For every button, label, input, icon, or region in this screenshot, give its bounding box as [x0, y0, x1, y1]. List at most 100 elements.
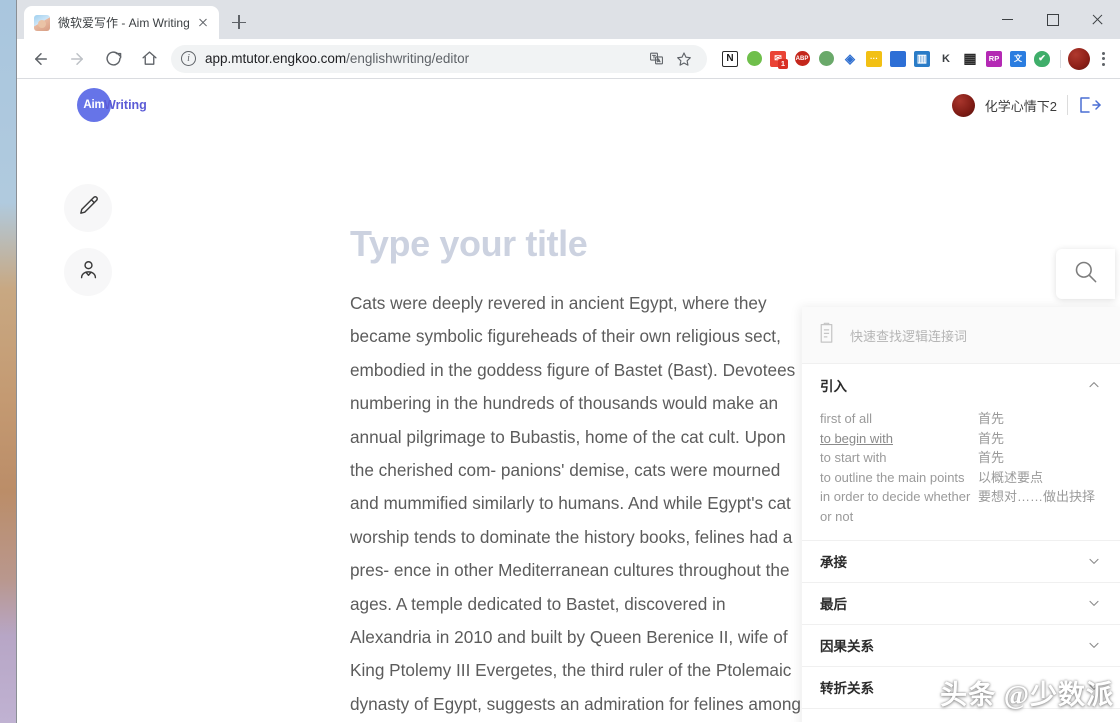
- phrase-chinese: 首先: [978, 430, 1005, 446]
- phrase-chinese: 以概述要点: [978, 469, 1044, 485]
- panel-section-header[interactable]: 因果关系: [820, 625, 1102, 666]
- back-button[interactable]: [26, 44, 56, 74]
- phrase-row: to start with 首先: [820, 448, 1102, 468]
- phrase-english[interactable]: to outline the main points: [820, 468, 978, 488]
- phrase-chinese: 首先: [978, 450, 1005, 466]
- purple-reader-extension-icon[interactable]: RP: [983, 48, 1005, 70]
- left-rail: [64, 184, 112, 296]
- logout-icon[interactable]: [1078, 95, 1102, 115]
- security-shield-extension-icon[interactable]: ✔: [1031, 48, 1053, 70]
- page-content: Aim Writing 化学心情下2 Type your title Cats …: [17, 79, 1120, 722]
- phrase-english[interactable]: in order to decide whether or not: [820, 487, 978, 526]
- panel-section-continuation: 承接: [802, 539, 1120, 582]
- panel-section-contrast: 转折关系: [802, 665, 1120, 708]
- panel-search-field[interactable]: 快速查找逻辑连接词: [802, 307, 1120, 363]
- grammar-extension-icon[interactable]: [815, 48, 837, 70]
- translate-icon[interactable]: [643, 46, 669, 72]
- qr-code-extension-icon[interactable]: ▦: [959, 48, 981, 70]
- panel-section-parallel: 并列关系: [802, 707, 1120, 722]
- window-maximize-button[interactable]: [1030, 0, 1075, 39]
- phrase-english[interactable]: to start with: [820, 448, 978, 468]
- phrase-row: to begin with 首先: [820, 429, 1102, 449]
- toolbar-divider: [1060, 49, 1061, 68]
- aim-writing-logo[interactable]: Aim Writing: [77, 88, 147, 122]
- url-host: app.mtutor.engkoo.com: [205, 51, 347, 66]
- rail-button-profile[interactable]: [64, 248, 112, 296]
- panel-section-header[interactable]: 转折关系: [820, 667, 1102, 708]
- url-path: /englishwriting/editor: [346, 51, 470, 66]
- person-icon: [77, 258, 100, 286]
- adblock-plus-extension-icon[interactable]: ABP: [791, 48, 813, 70]
- browser-tab[interactable]: 微软爱写作 - Aim Writing: [24, 6, 219, 39]
- bookmark-star-icon[interactable]: [671, 46, 697, 72]
- tab-close-icon[interactable]: [195, 15, 211, 31]
- phrase-row: first of all 首先: [820, 409, 1102, 429]
- app-header: Aim Writing 化学心情下2: [17, 79, 1120, 131]
- panel-section-title: 最后: [820, 597, 847, 613]
- phrase-english[interactable]: to begin with: [820, 429, 978, 449]
- panel-section-title: 引入: [820, 378, 847, 394]
- tab-strip: 微软爱写作 - Aim Writing: [17, 0, 1120, 39]
- phrase-chinese: 要想对……做出抉择: [978, 489, 1096, 505]
- phrase-chinese: 首先: [978, 411, 1005, 426]
- user-avatar[interactable]: [951, 93, 975, 117]
- new-tab-button[interactable]: [225, 8, 253, 36]
- office-translate-extension-icon[interactable]: 文: [1007, 48, 1029, 70]
- diamond-extension-icon[interactable]: ◈: [839, 48, 861, 70]
- header-divider: [1067, 95, 1068, 115]
- chevron-down-icon[interactable]: [1086, 637, 1102, 653]
- evernote-extension-icon[interactable]: [743, 48, 765, 70]
- panel-section-title: 并列关系: [820, 719, 874, 722]
- browser-toolbar: i app.mtutor.engkoo.com/englishwriting/e…: [17, 39, 1120, 79]
- header-user-area: 化学心情下2: [951, 93, 1102, 117]
- chevron-down-icon[interactable]: [1086, 595, 1102, 611]
- clipboard-icon: [816, 321, 837, 349]
- panel-section-header[interactable]: 最后: [820, 583, 1102, 624]
- chevron-up-icon[interactable]: [1086, 377, 1102, 393]
- window-close-button[interactable]: [1075, 0, 1120, 39]
- notion-extension-icon[interactable]: N: [719, 48, 741, 70]
- blue-note-extension-icon[interactable]: [887, 48, 909, 70]
- panel-search-button[interactable]: [1056, 249, 1115, 299]
- phrase-list: first of all 首先 to begin with 首先 to star…: [820, 405, 1102, 540]
- gmail-extension-icon[interactable]: ✉ 1: [767, 48, 789, 70]
- panel-search-placeholder: 快速查找逻辑连接词: [850, 328, 968, 344]
- pencil-icon: [77, 194, 100, 222]
- browser-profile-avatar[interactable]: [1068, 47, 1090, 70]
- panel-section-header[interactable]: 承接: [820, 541, 1102, 582]
- kami-extension-icon[interactable]: K: [935, 48, 957, 70]
- user-name: 化学心情下2: [984, 98, 1057, 114]
- gmail-unread-badge: 1: [778, 58, 788, 69]
- panel-section-cause-effect: 因果关系: [802, 623, 1120, 666]
- panel-section-title: 转折关系: [820, 681, 874, 697]
- rail-button-editor[interactable]: [64, 184, 112, 232]
- panel-section-conclusion: 最后: [802, 581, 1120, 624]
- window-minimize-button[interactable]: [985, 0, 1030, 39]
- tab-title: 微软爱写作 - Aim Writing: [58, 16, 190, 30]
- document-body-text[interactable]: Cats were deeply revered in ancient Egyp…: [350, 287, 802, 722]
- url-text: app.mtutor.engkoo.com/englishwriting/edi…: [205, 51, 469, 66]
- trello-extension-icon[interactable]: ▥: [911, 48, 933, 70]
- site-info-icon[interactable]: i: [181, 51, 196, 66]
- chevron-down-icon[interactable]: [1086, 721, 1102, 722]
- home-button[interactable]: [134, 44, 164, 74]
- forward-button[interactable]: [62, 44, 92, 74]
- phrase-row: in order to decide whether or not 要想对……做…: [820, 487, 1102, 526]
- document-title-input[interactable]: Type your title: [350, 223, 803, 265]
- phrase-english[interactable]: first of all: [820, 409, 978, 429]
- reload-button[interactable]: [98, 44, 128, 74]
- search-icon: [1072, 258, 1099, 290]
- panel-section-header[interactable]: 并列关系: [820, 709, 1102, 722]
- address-bar[interactable]: i app.mtutor.engkoo.com/englishwriting/e…: [171, 44, 707, 73]
- panel-section-header[interactable]: 引入: [820, 364, 1102, 405]
- connectives-panel: 快速查找逻辑连接词 引入 first of all 首先 to begin wi…: [802, 307, 1120, 722]
- panel-section-title: 承接: [820, 555, 847, 571]
- kebab-menu-icon[interactable]: [1092, 46, 1114, 72]
- chevron-down-icon[interactable]: [1086, 553, 1102, 569]
- chevron-down-icon[interactable]: [1086, 679, 1102, 695]
- logo-wordmark: Writing: [104, 98, 147, 112]
- browser-window: 微软爱写作 - Aim Writing i app.mtutor.engkoo.…: [17, 0, 1120, 723]
- yellow-tool-extension-icon[interactable]: ···: [863, 48, 885, 70]
- panel-section-title: 因果关系: [820, 639, 874, 655]
- panel-section-introduction: 引入 first of all 首先 to begin with 首先 to s…: [802, 363, 1120, 540]
